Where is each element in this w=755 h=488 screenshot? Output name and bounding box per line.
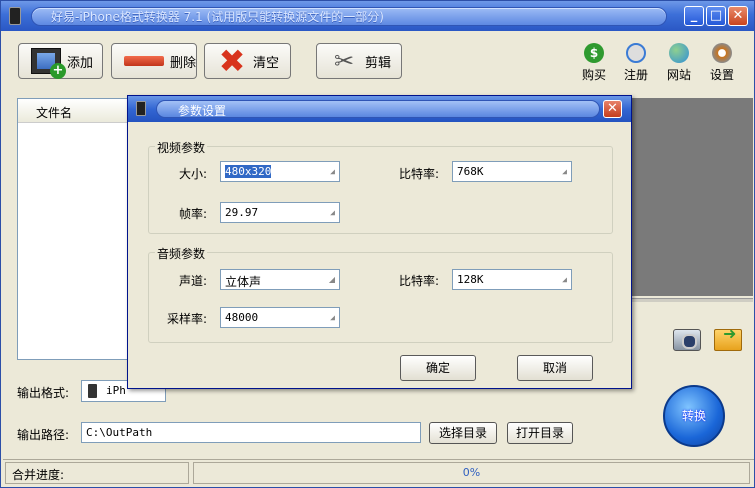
cut-button-label: 剪辑	[365, 55, 392, 71]
register-tool[interactable]: 注册	[616, 43, 656, 83]
open-folder-icon[interactable]	[714, 324, 742, 351]
video-bitrate-value: 768K	[457, 165, 484, 178]
audio-samplerate-value: 48000	[225, 311, 259, 324]
resize-grip-icon: ◢	[330, 208, 335, 217]
merge-progress-label: 合并进度:	[5, 462, 189, 484]
progress-text: 0%	[462, 466, 481, 479]
open-dir-button[interactable]: 打开目录	[507, 422, 573, 444]
website-tool[interactable]: 网站	[659, 43, 699, 83]
video-size-input[interactable]: 480x320 ◢	[220, 161, 340, 182]
audio-samplerate-label: 采样率:	[166, 312, 207, 326]
audio-samplerate-input[interactable]: 48000 ◢	[220, 307, 340, 328]
audio-channel-value: 立体声	[225, 275, 262, 289]
cancel-button[interactable]: 取消	[517, 355, 593, 381]
close-button[interactable]: ✕	[728, 6, 748, 26]
audio-bitrate-label: 比特率:	[398, 274, 439, 288]
video-group-label: 视频参数	[155, 139, 208, 156]
minimize-button[interactable]: _	[684, 6, 704, 26]
status-bar: 合并进度: 0%	[3, 459, 754, 487]
resize-grip-icon: ◢	[562, 275, 567, 284]
maximize-button[interactable]: □	[706, 6, 726, 26]
title-bar: 好易-iPhone格式转换器 7.1 (试用版只能转换源文件的一部分) _ □ …	[1, 1, 754, 31]
lock-icon	[626, 43, 646, 63]
video-size-label: 大小:	[178, 167, 207, 181]
params-dialog: 参数设置 ✕ 视频参数 大小: 480x320 ◢ 比特率: 768K ◢ 帧率…	[127, 95, 632, 389]
output-format-value: iPh	[106, 384, 126, 397]
resize-grip-icon: ◢	[330, 313, 335, 322]
convert-label: 转换	[681, 409, 706, 423]
output-path-label: 输出路径:	[17, 428, 70, 442]
video-fps-label: 帧率:	[178, 207, 207, 221]
gear-icon	[712, 43, 732, 63]
audio-params-group: 音频参数 声道: 立体声 ◢ 比特率: 128K ◢ 采样率: 48000 ◢	[148, 245, 613, 343]
website-label: 网站	[666, 68, 691, 82]
delete-button-label: 删除	[169, 55, 196, 71]
audio-bitrate-value: 128K	[457, 273, 484, 286]
audio-channel-input[interactable]: 立体声 ◢	[220, 269, 340, 290]
video-fps-value: 29.97	[225, 206, 259, 219]
dialog-title: 参数设置	[178, 104, 227, 118]
register-label: 注册	[623, 68, 648, 82]
x-icon: ✖	[218, 42, 246, 80]
main-window: 好易-iPhone格式转换器 7.1 (试用版只能转换源文件的一部分) _ □ …	[0, 0, 755, 488]
add-button[interactable]: 添加	[18, 43, 103, 79]
buy-label: 购买	[581, 68, 606, 82]
video-bitrate-label: 比特率:	[398, 167, 439, 181]
choose-dir-button[interactable]: 选择目录	[429, 422, 497, 444]
clear-button-label: 清空	[253, 55, 280, 71]
video-size-value: 480x320	[225, 165, 272, 178]
video-fps-input[interactable]: 29.97 ◢	[220, 202, 340, 223]
settings-tool[interactable]: 设置	[702, 43, 742, 83]
scissors-icon: ✂	[333, 47, 355, 75]
film-add-icon	[31, 48, 66, 79]
delete-button[interactable]: 删除	[111, 43, 197, 79]
minus-icon	[124, 56, 164, 66]
window-title: 好易-iPhone格式转换器 7.1 (试用版只能转换源文件的一部分)	[51, 10, 384, 24]
camera-icon[interactable]	[673, 329, 701, 351]
output-path-input[interactable]: C:\OutPath	[81, 422, 421, 443]
audio-group-label: 音频参数	[155, 245, 208, 262]
ok-button[interactable]: 确定	[400, 355, 476, 381]
cut-button[interactable]: ✂ 剪辑	[316, 43, 402, 79]
dialog-close-button[interactable]: ✕	[603, 100, 622, 118]
clear-button[interactable]: ✖ 清空	[204, 43, 291, 79]
add-button-label: 添加	[67, 55, 94, 71]
dialog-title-bar: 参数设置 ✕	[128, 96, 631, 122]
settings-label: 设置	[709, 68, 734, 82]
buy-tool[interactable]: $ 购买	[574, 43, 614, 83]
convert-button[interactable]: 转换	[663, 385, 725, 447]
app-icon	[9, 7, 21, 25]
resize-grip-icon: ◢	[330, 167, 335, 176]
progress-bar: 0%	[193, 462, 750, 484]
output-format-label: 输出格式:	[17, 386, 70, 400]
video-bitrate-input[interactable]: 768K ◢	[452, 161, 572, 182]
video-params-group: 视频参数 大小: 480x320 ◢ 比特率: 768K ◢ 帧率: 29.97…	[148, 139, 613, 234]
iphone-icon	[88, 384, 97, 398]
preview-slider[interactable]	[629, 298, 753, 302]
resize-grip-icon: ◢	[328, 275, 335, 284]
audio-channel-label: 声道:	[178, 274, 207, 288]
resize-grip-icon: ◢	[562, 167, 567, 176]
globe-icon	[669, 43, 689, 63]
dollar-icon: $	[584, 43, 604, 63]
audio-bitrate-input[interactable]: 128K ◢	[452, 269, 572, 290]
dialog-app-icon	[136, 101, 146, 116]
video-preview	[629, 98, 753, 296]
